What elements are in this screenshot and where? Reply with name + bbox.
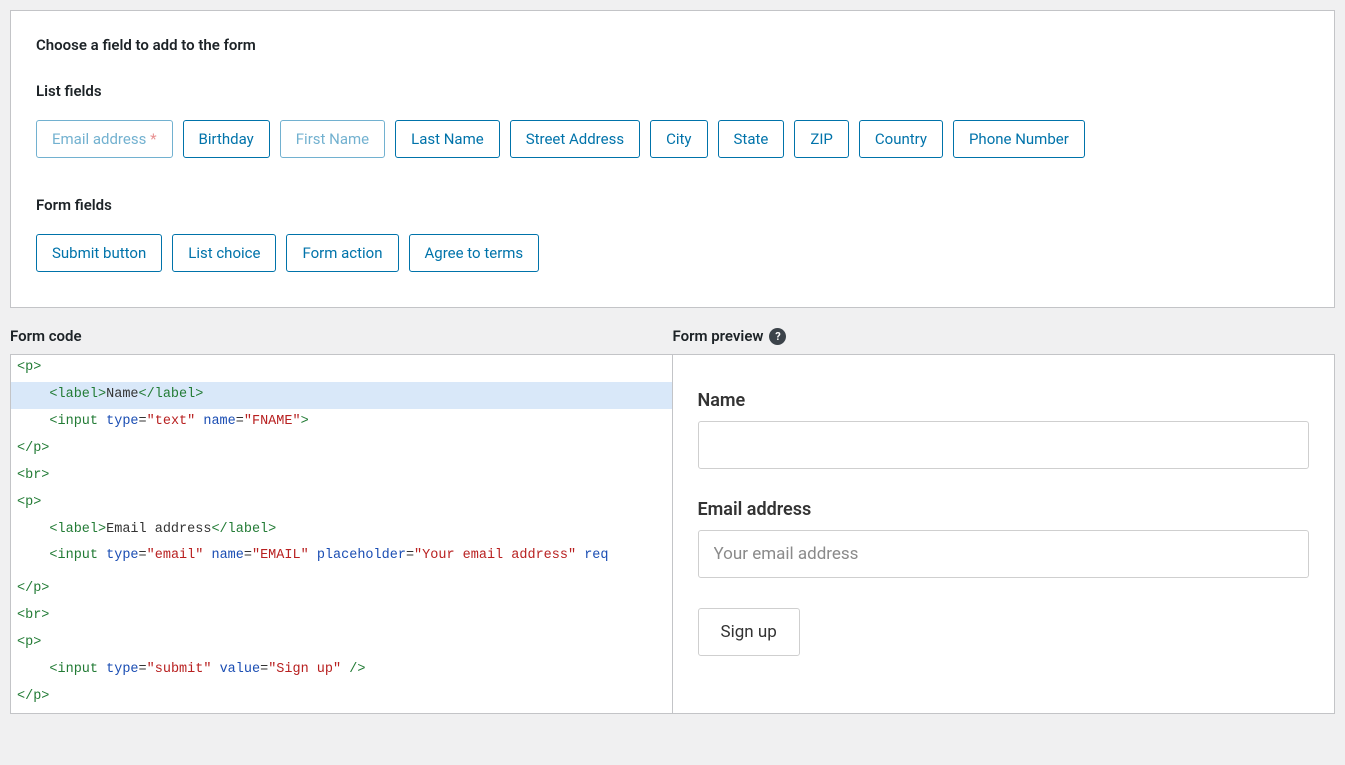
code-line[interactable]: <input type="text" name="FNAME"> <box>11 409 672 436</box>
list-field-button: First Name <box>280 120 385 158</box>
form-preview-column: Form preview ? Name Email address Sign u… <box>673 326 1336 714</box>
preview-email-label: Email address <box>698 499 1310 520</box>
field-label: First Name <box>296 130 369 148</box>
list-field-button[interactable]: State <box>718 120 785 158</box>
code-line[interactable]: <p> <box>11 490 672 517</box>
form-fields-buttons: Submit button List choice Form action Agree… <box>36 234 1309 272</box>
preview-name-label: Name <box>698 390 1310 411</box>
form-code-heading: Form code <box>10 327 82 345</box>
form-code-column: Form code <p> <label>Name</label> <input… <box>10 326 673 714</box>
list-field-button[interactable]: Birthday <box>183 120 270 158</box>
list-field-button[interactable]: Last Name <box>395 120 500 158</box>
list-field-button: Email address * <box>36 120 173 158</box>
form-fields-title: Form fields <box>36 196 1309 214</box>
list-field-button[interactable]: ZIP <box>794 120 849 158</box>
form-field-button[interactable]: Agree to terms <box>409 234 540 272</box>
code-line[interactable]: <p> <box>11 355 672 382</box>
preview-email-input[interactable] <box>698 530 1310 578</box>
code-line[interactable]: </p> <box>11 436 672 463</box>
field-label: Country <box>875 130 927 148</box>
form-fields-section: Form fields Submit button List choice Form… <box>36 196 1309 272</box>
required-asterisk: * <box>150 130 156 148</box>
list-field-button[interactable]: Country <box>859 120 943 158</box>
code-editor[interactable]: <p> <label>Name</label> <input type="tex… <box>10 354 673 714</box>
code-line[interactable]: <input type="email" name="EMAIL" placeho… <box>11 543 672 570</box>
list-field-button[interactable]: City <box>650 120 707 158</box>
code-line[interactable]: <br> <box>11 463 672 490</box>
form-field-button[interactable]: Submit button <box>36 234 162 272</box>
field-label: Phone Number <box>969 130 1069 148</box>
field-label: City <box>666 130 691 148</box>
form-preview-panel: Name Email address Sign up <box>673 354 1336 714</box>
panel-heading: Choose a field to add to the form <box>36 36 1309 54</box>
preview-name-input[interactable] <box>698 421 1310 469</box>
field-label: Email address <box>52 130 146 148</box>
code-line[interactable]: </p> <box>11 576 672 603</box>
form-preview-heading: Form preview <box>673 327 764 345</box>
field-label: Street Address <box>526 130 624 148</box>
field-label: State <box>734 130 769 148</box>
preview-submit-button[interactable]: Sign up <box>698 608 800 656</box>
code-line[interactable]: </p> <box>11 684 672 711</box>
lower-row: Form code <p> <label>Name</label> <input… <box>10 326 1335 714</box>
code-line[interactable]: <input type="submit" value="Sign up" /> <box>11 657 672 684</box>
field-label: Birthday <box>199 130 254 148</box>
code-line[interactable]: <p> <box>11 630 672 657</box>
list-fields-buttons: Email address * Birthday First Name Last Na… <box>36 120 1309 158</box>
list-fields-section: List fields Email address * Birthday First… <box>36 82 1309 158</box>
form-field-button[interactable]: Form action <box>286 234 398 272</box>
list-field-button[interactable]: Phone Number <box>953 120 1085 158</box>
code-line[interactable]: <br> <box>11 603 672 630</box>
list-fields-title: List fields <box>36 82 1309 100</box>
field-label: ZIP <box>810 130 833 148</box>
form-field-button[interactable]: List choice <box>172 234 276 272</box>
code-line[interactable]: <label>Email address</label> <box>11 517 672 544</box>
help-icon[interactable]: ? <box>769 328 786 345</box>
code-line[interactable]: <label>Name</label> <box>11 382 672 409</box>
field-chooser-panel: Choose a field to add to the form List f… <box>10 10 1335 308</box>
field-label: Last Name <box>411 130 484 148</box>
list-field-button[interactable]: Street Address <box>510 120 640 158</box>
